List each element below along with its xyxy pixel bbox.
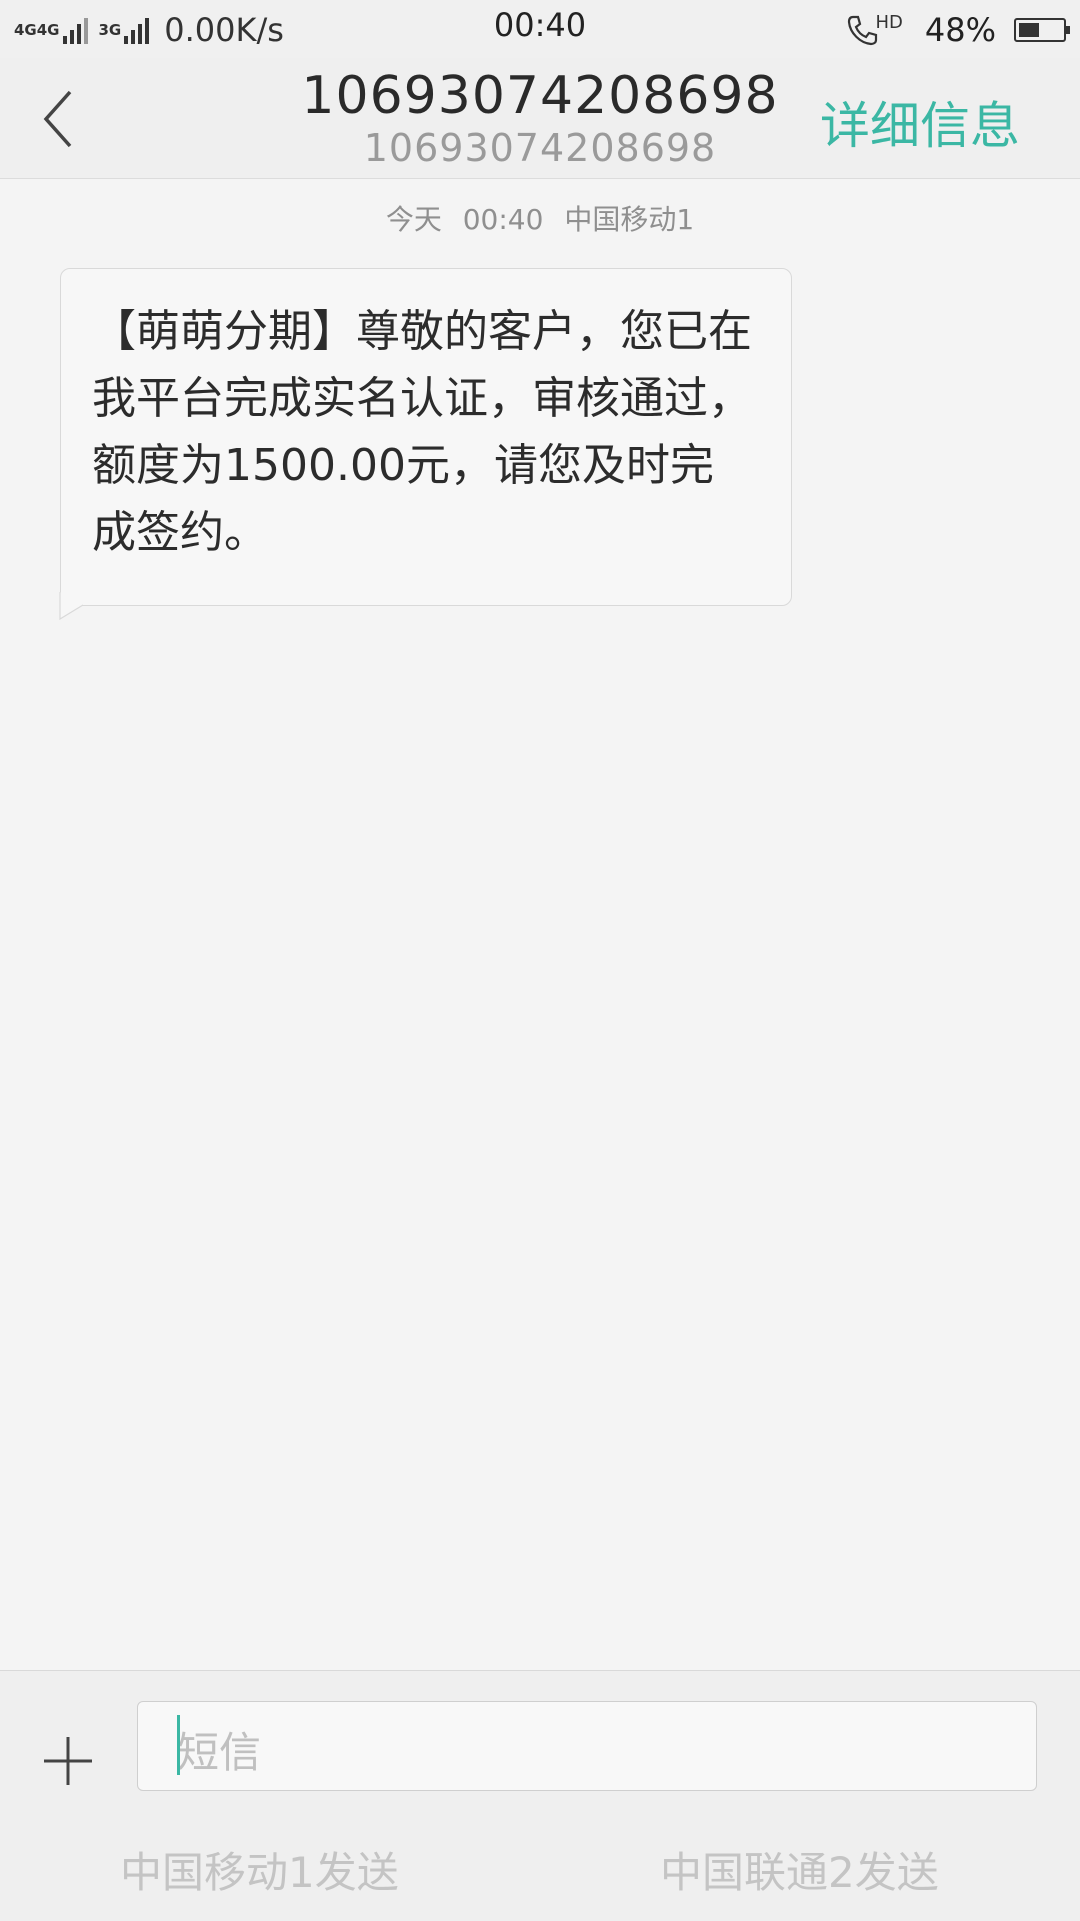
text-caret — [177, 1715, 180, 1775]
status-bar: 4G 4G 3G 0.00K/s 00:40 HD 48% — [0, 0, 1080, 58]
plus-icon — [44, 1737, 92, 1785]
message-sim: 中国移动1 — [564, 203, 695, 236]
message-time: 00:40 — [462, 203, 544, 236]
add-attachment-button[interactable] — [38, 1731, 98, 1791]
message-input[interactable] — [137, 1701, 1037, 1791]
call-hd-icon — [848, 15, 878, 46]
details-button[interactable]: 详细信息 — [820, 86, 1020, 158]
send-sim1-button[interactable]: 中国移动1发送 — [120, 1839, 399, 1900]
battery-percent: 48% — [924, 11, 996, 49]
message-text: 【萌萌分期】尊敬的客户，您已在我平台完成实名认证，审核通过，额度为1500.00… — [92, 306, 752, 558]
composer: 短信 中国移动1发送 中国联通2发送 — [0, 1670, 1080, 1921]
battery-fill — [1019, 23, 1039, 37]
message-meta: 今天 00:40 中国移动1 — [0, 198, 1080, 238]
battery-icon — [1014, 18, 1070, 42]
bubble-tail — [59, 592, 84, 620]
conversation-header: 10693074208698 10693074208698 详细信息 — [0, 58, 1080, 179]
status-right: HD 48% — [845, 8, 1070, 52]
send-sim2-button[interactable]: 中国联通2发送 — [660, 1839, 939, 1900]
hd-label: HD — [875, 11, 903, 33]
message-input-placeholder: 短信 — [177, 1728, 262, 1777]
message-day: 今天 — [385, 203, 442, 236]
